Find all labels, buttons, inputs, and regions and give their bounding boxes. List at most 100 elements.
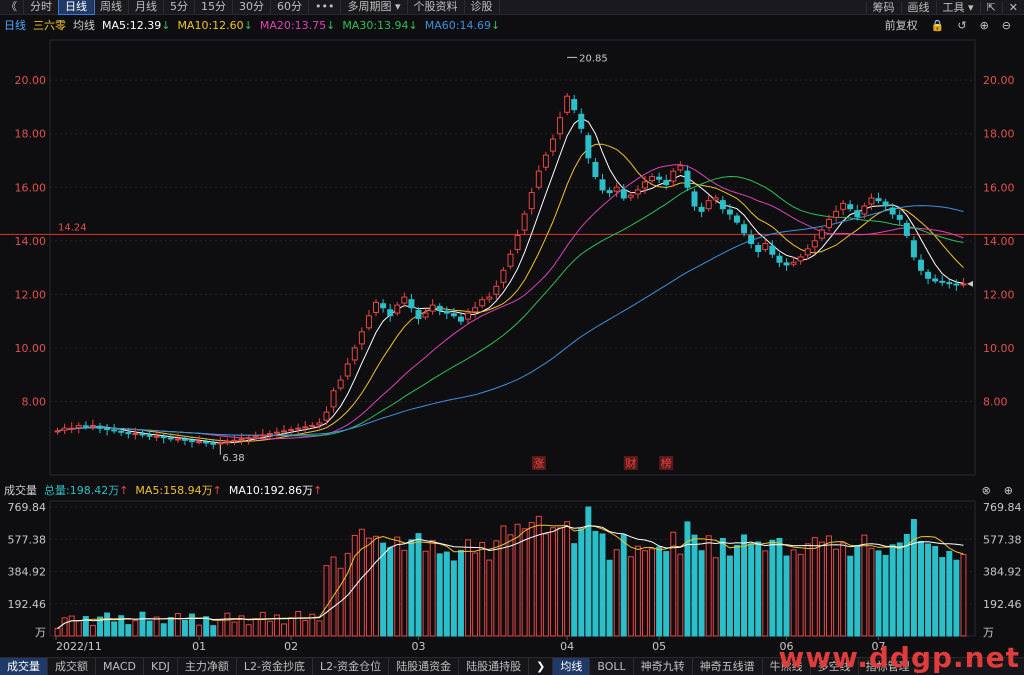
indicator-tab-4[interactable]: 主力净额 [178, 658, 237, 675]
indicator-tab-10[interactable]: 均线 [553, 658, 591, 675]
candle [75, 425, 82, 429]
period-tab-6[interactable]: 30分 [233, 0, 271, 14]
candle [238, 438, 245, 441]
period-tab-8[interactable]: ••• [309, 0, 342, 14]
candle [457, 316, 464, 322]
indicator-tab-0[interactable]: 成交量 [0, 658, 48, 675]
close-panel-icon[interactable]: ⊗ [982, 484, 991, 497]
indicator-tab-12[interactable]: 神奇九转 [634, 658, 693, 675]
period-tab-7[interactable]: 60分 [271, 0, 309, 14]
zoom-in-icon[interactable]: ⊕ [980, 19, 989, 32]
candle [337, 379, 344, 389]
candle [641, 181, 648, 189]
window-close-icon[interactable]: ✕ [1001, 0, 1024, 15]
candle [203, 441, 210, 444]
volume-bar [641, 550, 648, 637]
candle [160, 436, 167, 439]
indicator-tab-1[interactable]: 成交额 [48, 658, 96, 675]
lock-icon[interactable]: 🔒 [931, 19, 945, 32]
volume-bar [365, 537, 372, 637]
candle [316, 422, 323, 426]
candle [514, 234, 521, 251]
toolbar-right-button-0[interactable]: 筹码 [865, 0, 901, 15]
volume-bar [549, 527, 556, 637]
candle [677, 165, 684, 171]
candle [663, 180, 670, 186]
indicator-tab-6[interactable]: L2-资金仓位 [313, 658, 390, 675]
volume-bar [210, 625, 217, 637]
indicator-tab-13[interactable]: 神奇五线谱 [693, 658, 763, 675]
indicator-tab-3[interactable]: KDJ [144, 658, 178, 675]
candle [564, 95, 571, 113]
candle [734, 215, 740, 223]
candle [125, 432, 132, 435]
ma5-arrow-icon: ↓ [161, 18, 171, 32]
indicator-tab-8[interactable]: 陆股通持股 [459, 658, 530, 675]
event-marker-label: 榜 [661, 456, 672, 470]
period-tab-4[interactable]: 5分 [164, 0, 195, 14]
toolbar-right-button-1[interactable]: 画线 [900, 0, 936, 15]
stock-name: 三六零 [33, 19, 66, 32]
toolbar-right-button-2[interactable]: 工具 ▾ [935, 0, 980, 15]
volume-bar [847, 555, 854, 637]
period-tab-1[interactable]: 日线 [58, 0, 95, 15]
volume-chart[interactable]: 769.84 769.84 577.38 577.38 384.92 384.92 192.… [0, 499, 1024, 656]
candle [790, 261, 797, 265]
candle [578, 113, 585, 129]
volume-y-tick-right: 192.46 [983, 598, 1022, 611]
period-tab-11[interactable]: 诊股 [465, 0, 500, 14]
add-panel-icon[interactable]: ⊕ [1004, 484, 1013, 497]
indicator-tab-2[interactable]: MACD [96, 658, 144, 675]
period-tab-0[interactable]: 分时 [24, 0, 59, 14]
volume-bar [613, 549, 620, 637]
y-tick-right: 14.00 [983, 235, 1015, 248]
back-icon[interactable]: 《 [0, 0, 24, 14]
window-split-icon[interactable]: ⇱ [979, 0, 1002, 15]
volume-bar [811, 537, 818, 637]
period-tab-9[interactable]: 多周期图 ▾ [341, 0, 408, 14]
zoom-out-icon[interactable]: ⊖ [1002, 19, 1011, 32]
volume-bar [741, 534, 748, 637]
candle [847, 204, 854, 210]
ma-label[interactable]: 均线 [73, 17, 95, 33]
volume-bar [337, 567, 344, 637]
current-price-pointer-icon [967, 280, 973, 287]
indicator-tab-5[interactable]: L2-资金抄底 [237, 658, 314, 675]
candlestick-chart[interactable]: 20.00 20.00 18.00 18.00 16.00 16.00 14.00 14.00… [0, 35, 1024, 480]
volume-bar [54, 627, 61, 637]
volume-bar [797, 553, 804, 637]
period-tab-10[interactable]: 个股资料 [408, 0, 465, 14]
reset-icon[interactable]: ↺ [957, 19, 966, 32]
candle [104, 428, 111, 431]
volume-bar [373, 535, 380, 637]
indicator-tab-11[interactable]: BOLL [590, 658, 634, 675]
volume-bar [578, 528, 585, 637]
period-tab-3[interactable]: 月线 [129, 0, 164, 14]
candle [111, 429, 118, 432]
indicator-tab-7[interactable]: 陆股通资金 [389, 658, 460, 675]
candle [358, 331, 365, 345]
volume-bar [132, 620, 139, 637]
volume-bar [854, 545, 861, 637]
candle [266, 433, 273, 436]
volume-bar [415, 533, 422, 637]
candle [153, 435, 160, 438]
period-tab-2[interactable]: 周线 [94, 0, 129, 14]
volume-y-tick-left: 577.38 [8, 533, 47, 546]
volume-bar [387, 547, 394, 637]
ma30-arrow-icon: ↓ [408, 18, 418, 32]
candle [896, 214, 903, 220]
adjust-label[interactable]: 前复权 [885, 17, 918, 33]
candle [97, 425, 103, 429]
x-tick-label: 02 [284, 640, 298, 653]
candle [854, 210, 861, 218]
y-tick-left: 10.00 [15, 342, 47, 355]
candle [670, 170, 677, 182]
volume-bar [726, 555, 733, 637]
period-tab-5[interactable]: 15分 [195, 0, 233, 14]
volume-bar [606, 559, 613, 637]
candle [769, 245, 776, 255]
volume-bar [925, 543, 932, 637]
event-marker-label: 涨 [533, 457, 544, 470]
indicator-tab-9[interactable]: ❯ [529, 658, 554, 675]
